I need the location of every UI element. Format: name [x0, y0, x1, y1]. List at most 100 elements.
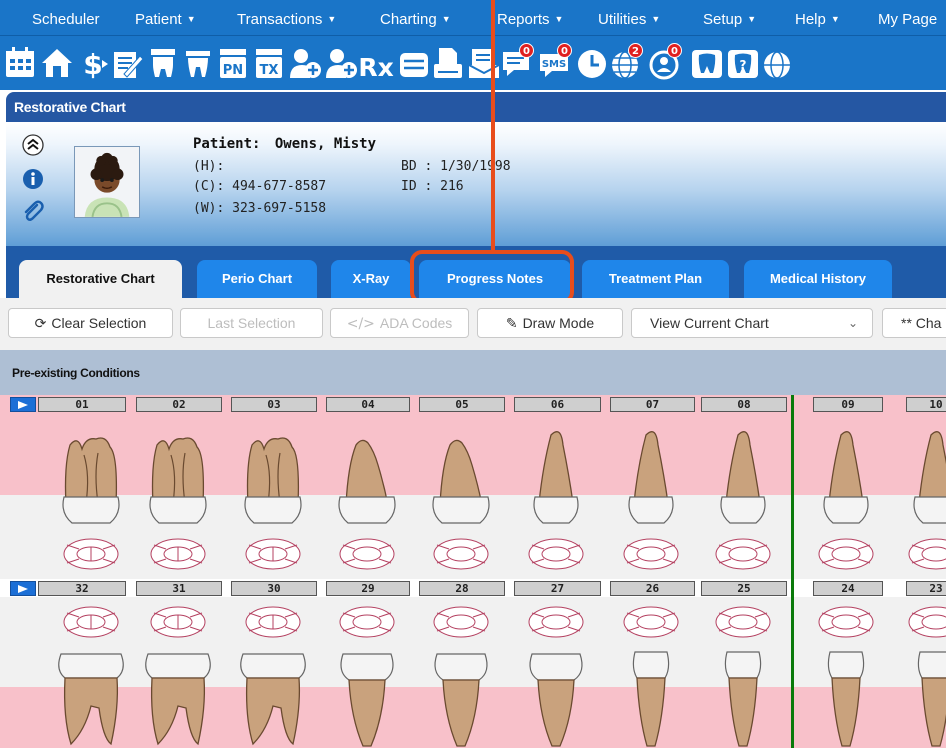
lower-tooth[interactable] — [237, 648, 309, 748]
lower-tooth[interactable] — [55, 648, 127, 748]
lower-tooth[interactable] — [707, 648, 779, 748]
tooth-number-lower[interactable]: 26 — [610, 581, 695, 596]
lower-tooth[interactable] — [810, 648, 882, 748]
occlusal-surface-icon[interactable] — [526, 537, 586, 571]
lower-tooth[interactable] — [425, 648, 497, 748]
lower-tooth[interactable] — [142, 648, 214, 748]
upper-tooth[interactable] — [426, 425, 496, 525]
tab-restorative-chart[interactable]: Restorative Chart — [19, 260, 182, 298]
tooth-number-lower[interactable]: 30 — [231, 581, 317, 596]
occlusal-surface-icon[interactable] — [816, 605, 876, 639]
tooth-number-upper[interactable]: 10 — [906, 397, 946, 412]
help-tooth-icon[interactable]: ? — [726, 44, 760, 82]
tooth-number-lower[interactable]: 32 — [38, 581, 126, 596]
tooth-number-upper[interactable]: 09 — [813, 397, 883, 412]
occlusal-surface-icon[interactable] — [713, 537, 773, 571]
globe-icon[interactable]: 2 — [609, 43, 643, 82]
lower-tooth[interactable] — [615, 648, 687, 748]
calendar-icon[interactable] — [3, 44, 37, 82]
menu-patient[interactable]: Patient ▼ — [135, 11, 196, 28]
tooth-chart-icon[interactable] — [146, 44, 180, 82]
attachment-icon[interactable] — [22, 200, 44, 222]
tooth-number-lower[interactable]: 23 — [906, 581, 946, 596]
lower-tooth[interactable] — [331, 648, 403, 748]
tooth-number-lower[interactable]: 31 — [136, 581, 222, 596]
occlusal-surface-icon[interactable] — [713, 605, 773, 639]
patient-portal-icon[interactable]: 0 — [648, 43, 682, 82]
tab-medical-history[interactable]: Medical History — [744, 260, 892, 298]
documents-icon[interactable] — [467, 44, 501, 82]
play-icon[interactable] — [10, 397, 36, 412]
occlusal-surface-icon[interactable] — [906, 605, 946, 639]
menu-setup[interactable]: Setup ▼ — [703, 11, 756, 28]
occlusal-surface-icon[interactable] — [243, 605, 303, 639]
add-patient-icon[interactable] — [288, 44, 322, 82]
occlusal-surface-icon[interactable] — [148, 605, 208, 639]
tab-perio-chart[interactable]: Perio Chart — [197, 260, 317, 298]
tooth-number-lower[interactable]: 25 — [701, 581, 787, 596]
occlusal-surface-icon[interactable] — [621, 605, 681, 639]
patient-avatar[interactable] — [74, 146, 140, 218]
tooth-number-lower[interactable]: 29 — [326, 581, 410, 596]
draw-mode-button[interactable]: ✎ Draw Mode — [477, 308, 623, 338]
clock-icon[interactable] — [575, 44, 609, 82]
upper-tooth[interactable] — [332, 425, 402, 525]
tab-progress-notes[interactable]: Progress Notes — [419, 260, 571, 298]
menu-transactions[interactable]: Transactions ▼ — [237, 11, 336, 28]
upper-tooth[interactable] — [143, 425, 213, 525]
upper-tooth[interactable] — [901, 425, 946, 525]
upper-tooth[interactable] — [521, 425, 591, 525]
sms-icon[interactable]: SMS 0 — [538, 43, 572, 82]
occlusal-surface-icon[interactable] — [431, 537, 491, 571]
perio-tooth-icon[interactable] — [181, 44, 215, 82]
edit-note-icon[interactable] — [110, 44, 144, 82]
occlusal-surface-icon[interactable] — [431, 605, 491, 639]
tooth-number-lower[interactable]: 28 — [419, 581, 505, 596]
last-selection-button[interactable]: Last Selection — [180, 308, 323, 338]
tooth-number-upper[interactable]: 02 — [136, 397, 222, 412]
occlusal-surface-icon[interactable] — [526, 605, 586, 639]
occlusal-surface-icon[interactable] — [816, 537, 876, 571]
clear-selection-button[interactable]: ⟳ Clear Selection — [8, 308, 173, 338]
info-icon[interactable] — [22, 168, 44, 190]
menu-utilities[interactable]: Utilities ▼ — [598, 11, 660, 28]
tooth-number-lower[interactable]: 24 — [813, 581, 883, 596]
dollar-icon[interactable]: $ — [76, 44, 110, 82]
occlusal-surface-icon[interactable] — [337, 605, 397, 639]
progress-notes-icon[interactable]: PN — [216, 44, 250, 82]
tab-treatment-plan[interactable]: Treatment Plan — [582, 260, 729, 298]
tooth-number-upper[interactable]: 03 — [231, 397, 317, 412]
occlusal-surface-icon[interactable] — [148, 537, 208, 571]
menu-charting[interactable]: Charting ▼ — [380, 11, 451, 28]
tooth-icon[interactable] — [690, 44, 724, 82]
upper-tooth[interactable] — [811, 425, 881, 525]
menu-scheduler[interactable]: Scheduler — [32, 11, 100, 28]
lower-tooth[interactable] — [900, 648, 946, 748]
upper-tooth[interactable] — [708, 425, 778, 525]
globe-more-icon[interactable] — [760, 44, 794, 82]
view-chart-select[interactable]: View Current Chart ⌄ — [631, 308, 873, 338]
occlusal-surface-icon[interactable] — [906, 537, 946, 571]
ada-codes-button[interactable]: </> ADA Codes — [330, 308, 469, 338]
tab-x-ray[interactable]: X-Ray — [331, 260, 411, 298]
occlusal-surface-icon[interactable] — [61, 605, 121, 639]
occlusal-surface-icon[interactable] — [337, 537, 397, 571]
print-icon[interactable] — [431, 44, 465, 82]
occlusal-surface-icon[interactable] — [243, 537, 303, 571]
tooth-number-upper[interactable]: 04 — [326, 397, 410, 412]
treatment-plan-icon[interactable]: TX — [252, 44, 286, 82]
occlusal-surface-icon[interactable] — [621, 537, 681, 571]
occlusal-surface-icon[interactable] — [61, 537, 121, 571]
menu-help[interactable]: Help ▼ — [795, 11, 840, 28]
upper-tooth[interactable] — [56, 425, 126, 525]
add-patient-alt-icon[interactable] — [324, 44, 358, 82]
menu-my-page[interactable]: My Page — [878, 11, 937, 28]
prescription-icon[interactable]: Rx — [360, 44, 394, 82]
upper-tooth[interactable] — [616, 425, 686, 525]
tooth-number-lower[interactable]: 27 — [514, 581, 601, 596]
home-icon[interactable] — [40, 44, 74, 82]
extra-select[interactable]: ** Cha — [882, 308, 946, 338]
tooth-number-upper[interactable]: 05 — [419, 397, 505, 412]
play-icon[interactable] — [10, 581, 36, 596]
lower-tooth[interactable] — [520, 648, 592, 748]
